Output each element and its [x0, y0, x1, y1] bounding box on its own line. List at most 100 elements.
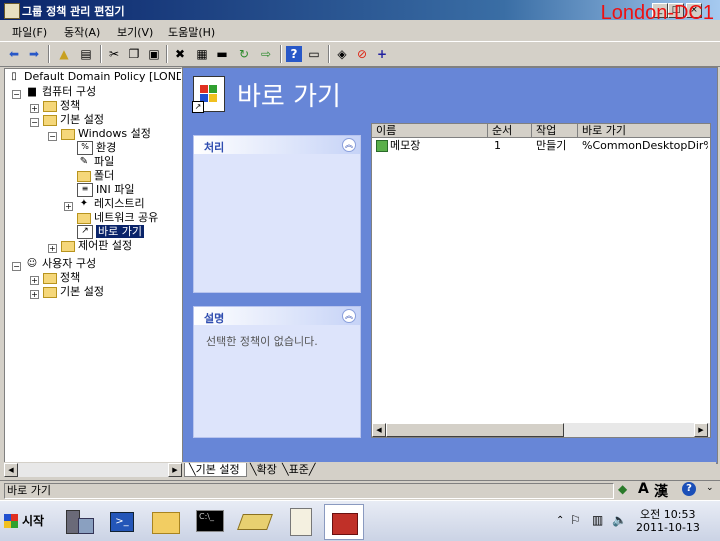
tree-node-registry[interactable]: ✦ 레지스트리 [77, 197, 145, 211]
collapse-toggle[interactable]: − [48, 132, 57, 141]
forward-icon[interactable]: ➡ [26, 46, 42, 62]
description-panel-title: 설명 [204, 312, 225, 325]
menu-view[interactable]: 보기(V) [117, 24, 153, 40]
tree-node-user-config[interactable]: ☺ 사용자 구성 [25, 257, 96, 271]
tree-node-environment[interactable]: % 환경 [77, 141, 116, 155]
column-action[interactable]: 작업 [532, 124, 578, 138]
expand-toggle[interactable]: + [30, 104, 39, 113]
app-icon [4, 3, 20, 19]
help-icon[interactable]: ? [682, 482, 696, 496]
server-manager-icon[interactable] [60, 504, 98, 538]
command-prompt-icon[interactable]: C:\_ [192, 504, 230, 538]
show-tree-icon[interactable]: ▤ [78, 46, 94, 62]
tab-extended[interactable]: ╲확장 [250, 463, 277, 476]
file-icon: ✎ [79, 156, 89, 167]
ime-mode-a[interactable]: A [638, 481, 649, 497]
action-center-flag-icon[interactable]: ⚐ [570, 513, 581, 527]
folder-icon [43, 115, 57, 126]
scroll-left-icon[interactable]: ◀ [4, 463, 18, 477]
column-target[interactable]: 바로 가기 [578, 124, 710, 138]
shortcut-list: 이름 순서 작업 바로 가기 메모장 1 만들기 %CommonDesktopD… [371, 123, 711, 438]
description-panel: 설명 ︽ 선택한 정책이 없습니다. [193, 306, 361, 438]
tree-horizontal-scrollbar[interactable]: ◀ ▶ [4, 462, 182, 477]
tab-standard[interactable]: ╲표준╱ [282, 463, 316, 476]
column-name[interactable]: 이름 [372, 124, 488, 138]
tree-node-shortcuts[interactable]: ↗ 바로 가기 [77, 225, 144, 239]
group-policy-editor-taskbar-icon[interactable] [324, 504, 364, 540]
process-panel-header[interactable]: 처리 ︽ [194, 136, 360, 154]
volume-muted-icon[interactable]: 🔈 [612, 513, 627, 527]
ime-hanja[interactable]: 漢 [654, 481, 668, 501]
tree-node-preferences[interactable]: 기본 설정 [43, 113, 104, 127]
copy-icon[interactable]: ❐ [126, 46, 142, 62]
shortcut-icon: ↗ [77, 225, 93, 239]
tree-node-policy[interactable]: 정책 [43, 99, 80, 113]
start-button[interactable]: 시작 [2, 509, 44, 533]
expand-toggle[interactable]: + [30, 290, 39, 299]
language-bar: ◆ A 漢 ? ⌄ [616, 481, 720, 501]
management-console-icon[interactable] [282, 504, 320, 538]
scroll-thumb[interactable] [386, 423, 564, 437]
tab-preferences[interactable]: ╲기본 설정 [184, 463, 247, 477]
tree-node-computer-config[interactable]: ▆ 컴퓨터 구성 [25, 85, 96, 99]
collapse-chevron-icon[interactable]: ︽ [342, 138, 356, 152]
view-icon[interactable]: ▭ [306, 46, 322, 62]
tree-node-user-preferences[interactable]: 기본 설정 [43, 285, 104, 299]
refresh-icon[interactable]: ↻ [236, 46, 252, 62]
status-bar: 바로 가기 [0, 480, 720, 500]
help-icon[interactable]: ? [286, 46, 302, 62]
cut-icon[interactable]: ✂ [106, 46, 122, 62]
ini-file-icon: ≡ [77, 183, 93, 197]
list-horizontal-scrollbar[interactable]: ◀ ▶ [372, 423, 710, 437]
paste-icon[interactable]: ▣ [146, 46, 162, 62]
print-icon[interactable]: ▬ [214, 46, 230, 62]
menu-action[interactable]: 동작(A) [64, 24, 100, 40]
collapse-toggle[interactable]: − [12, 262, 21, 271]
row-order-cell: 1 [494, 139, 501, 152]
up-folder-icon[interactable]: ▲ [56, 46, 72, 62]
tree-node-ini-files[interactable]: ≡ INI 파일 [77, 183, 134, 197]
new-item-icon[interactable]: ◈ [334, 46, 350, 62]
menu-file[interactable]: 파일(F) [12, 24, 47, 40]
description-text: 선택한 정책이 없습니다. [206, 335, 318, 348]
scroll-right-icon[interactable]: ▶ [694, 423, 708, 437]
scroll-left-icon[interactable]: ◀ [372, 423, 386, 437]
delete-icon[interactable]: ✖ [172, 46, 188, 62]
expand-toggle[interactable]: + [64, 202, 73, 211]
tree-node-network-shares[interactable]: 네트워크 공유 [77, 211, 158, 225]
ime-icon[interactable]: ◆ [618, 482, 627, 496]
tree-node-user-policy[interactable]: 정책 [43, 271, 80, 285]
add-icon[interactable]: + [374, 46, 390, 62]
show-hidden-icons-icon[interactable]: ⌃ [556, 515, 564, 526]
clock-date[interactable]: 2011-10-13 [636, 521, 700, 534]
expand-toggle[interactable]: + [30, 276, 39, 285]
expand-toggle[interactable]: + [48, 244, 57, 253]
computer-icon: ▆ [28, 86, 36, 97]
explorer-icon[interactable] [146, 504, 184, 538]
description-panel-header[interactable]: 설명 ︽ [194, 307, 360, 325]
powershell-icon[interactable]: >_ [102, 504, 140, 538]
tree-node-files[interactable]: ✎ 파일 [77, 155, 114, 169]
stop-icon[interactable]: ⊘ [354, 46, 370, 62]
clock-time[interactable]: 오전 10:53 [640, 506, 695, 522]
export-icon[interactable]: ⇨ [258, 46, 274, 62]
back-icon[interactable]: ⬅ [6, 46, 22, 62]
tree-node-windows-settings[interactable]: Windows 설정 [61, 127, 151, 141]
collapse-toggle[interactable]: − [30, 118, 39, 127]
row-target-cell: %CommonDesktopDir%\ [582, 139, 708, 152]
tree-node-root[interactable]: ▯ Default Domain Policy [LOND [7, 70, 181, 84]
properties-icon[interactable]: ▦ [194, 46, 210, 62]
network-icon[interactable]: ▥ [592, 513, 603, 527]
folder-icon [77, 171, 91, 182]
view-tabs: ╲기본 설정 ╲확장 ╲표준╱ [182, 462, 716, 478]
column-order[interactable]: 순서 [488, 124, 532, 138]
tree-node-folders[interactable]: 폴더 [77, 169, 114, 183]
collapse-chevron-icon[interactable]: ︽ [342, 309, 356, 323]
menu-help[interactable]: 도움말(H) [168, 24, 215, 40]
tools-icon[interactable] [236, 504, 274, 538]
tree-node-control-panel[interactable]: 제어판 설정 [61, 239, 132, 253]
collapse-toggle[interactable]: − [12, 90, 21, 99]
scroll-right-icon[interactable]: ▶ [168, 463, 182, 477]
status-text: 바로 가기 [4, 483, 614, 499]
language-bar-options-icon[interactable]: ⌄ [706, 483, 714, 493]
